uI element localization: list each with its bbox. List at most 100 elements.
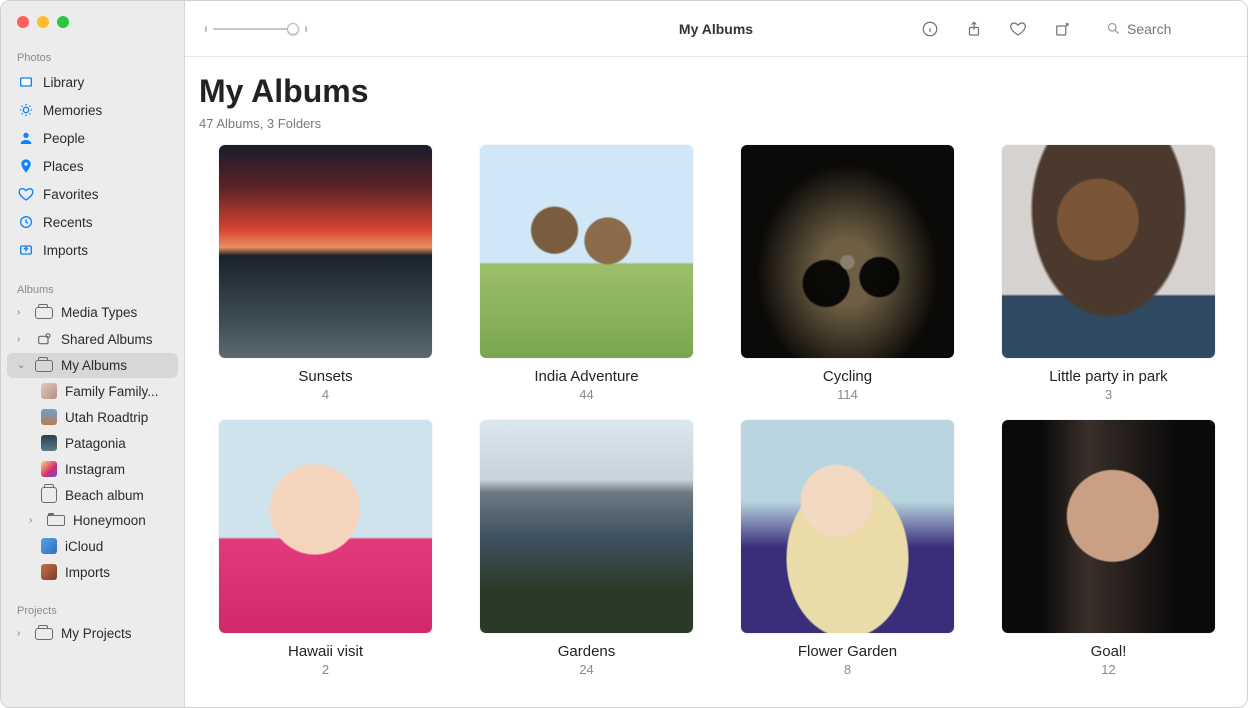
- sidebar-item-imports[interactable]: Imports: [1, 236, 184, 264]
- album-icon: [35, 360, 53, 372]
- search-icon: [1106, 21, 1121, 36]
- album-title: Hawaii visit: [288, 643, 363, 660]
- library-icon: [17, 73, 35, 91]
- album-thumb-icon: [41, 409, 57, 425]
- album-thumb-icon: [41, 461, 57, 477]
- album-count: 12: [1101, 662, 1115, 677]
- chevron-right-icon: ›: [17, 628, 27, 639]
- sidebar-item-label: Family Family...: [65, 384, 174, 399]
- album-cover: [480, 420, 693, 633]
- album-count: 8: [844, 662, 851, 677]
- album-cover: [741, 145, 954, 358]
- people-icon: [17, 129, 35, 147]
- zoom-max-tick: [305, 26, 307, 32]
- album-card-gardens[interactable]: Gardens 24: [476, 420, 697, 677]
- sidebar-album-instagram[interactable]: Instagram: [1, 456, 184, 482]
- sidebar-item-label: Media Types: [61, 305, 174, 320]
- favorite-icon[interactable]: [1008, 19, 1028, 39]
- toolbar-title: My Albums: [679, 21, 753, 37]
- sidebar-section-photos: Photos: [1, 46, 184, 68]
- sidebar-album-imports[interactable]: Imports: [1, 559, 184, 585]
- album-cover: [1002, 145, 1215, 358]
- window-controls: [1, 1, 184, 46]
- album-card-hawaii[interactable]: Hawaii visit 2: [215, 420, 436, 677]
- sidebar-item-my-albums[interactable]: ⌄ My Albums: [7, 353, 178, 378]
- album-card-party[interactable]: Little party in park 3: [998, 145, 1219, 402]
- album-count: 4: [322, 387, 329, 402]
- maximize-window-button[interactable]: [57, 16, 69, 28]
- imports-icon: [17, 241, 35, 259]
- sidebar-item-label: Patagonia: [65, 436, 174, 451]
- album-card-cycling[interactable]: Cycling 114: [737, 145, 958, 402]
- album-card-india[interactable]: India Adventure 44: [476, 145, 697, 402]
- sidebar-item-label: Shared Albums: [61, 332, 174, 347]
- shared-album-icon: [35, 330, 53, 348]
- chevron-right-icon: ›: [29, 515, 39, 526]
- sidebar-item-label: Library: [43, 75, 174, 90]
- rotate-icon[interactable]: [1052, 19, 1072, 39]
- sidebar-item-label: Imports: [43, 243, 174, 258]
- main-pane: My Albums My Albums 47 Albums, 3 Folders…: [185, 1, 1247, 707]
- page-heading: My Albums: [185, 73, 1219, 110]
- album-count: 114: [837, 387, 858, 402]
- zoom-min-tick: [205, 26, 207, 32]
- sidebar-section-albums: Albums: [1, 278, 184, 300]
- chevron-down-icon: ⌄: [17, 360, 27, 371]
- album-title: Sunsets: [298, 368, 352, 385]
- sidebar-item-recents[interactable]: Recents: [1, 208, 184, 236]
- sidebar-item-memories[interactable]: Memories: [1, 96, 184, 124]
- album-cover: [219, 420, 432, 633]
- album-thumb-icon: [41, 564, 57, 580]
- album-title: Cycling: [823, 368, 872, 385]
- sidebar-item-my-projects[interactable]: › My Projects: [1, 621, 184, 646]
- search-input[interactable]: [1127, 21, 1227, 37]
- sidebar-item-media-types[interactable]: › Media Types: [1, 300, 184, 325]
- sidebar-item-label: Honeymoon: [73, 513, 174, 528]
- sidebar-item-label: My Projects: [61, 626, 174, 641]
- sidebar-item-people[interactable]: People: [1, 124, 184, 152]
- sidebar-album-beach[interactable]: Beach album: [1, 482, 184, 508]
- places-icon: [17, 157, 35, 175]
- sidebar-item-shared-albums[interactable]: › Shared Albums: [1, 325, 184, 353]
- memories-icon: [17, 101, 35, 119]
- sidebar-album-utah[interactable]: Utah Roadtrip: [1, 404, 184, 430]
- sidebar-album-family[interactable]: Family Family...: [1, 378, 184, 404]
- chevron-right-icon: ›: [17, 307, 27, 318]
- zoom-thumb[interactable]: [287, 23, 299, 35]
- close-window-button[interactable]: [17, 16, 29, 28]
- album-cover: [741, 420, 954, 633]
- sidebar-item-label: People: [43, 131, 174, 146]
- album-cover: [219, 145, 432, 358]
- sidebar-item-label: Instagram: [65, 462, 174, 477]
- album-icon: [41, 487, 57, 503]
- sidebar-item-label: My Albums: [61, 358, 168, 373]
- search-field[interactable]: [1106, 21, 1227, 37]
- album-card-sunsets[interactable]: Sunsets 4: [215, 145, 436, 402]
- album-title: Gardens: [558, 643, 616, 660]
- album-count: 24: [579, 662, 593, 677]
- album-thumb-icon: [41, 538, 57, 554]
- sidebar-item-places[interactable]: Places: [1, 152, 184, 180]
- minimize-window-button[interactable]: [37, 16, 49, 28]
- sidebar-item-library[interactable]: Library: [1, 68, 184, 96]
- album-grid: Sunsets 4 India Adventure 44 Cycling 114…: [185, 145, 1219, 677]
- album-card-flower-garden[interactable]: Flower Garden 8: [737, 420, 958, 677]
- zoom-slider[interactable]: [213, 21, 299, 37]
- share-icon[interactable]: [964, 19, 984, 39]
- album-cover: [1002, 420, 1215, 633]
- sidebar-album-patagonia[interactable]: Patagonia: [1, 430, 184, 456]
- info-icon[interactable]: [920, 19, 940, 39]
- sidebar-item-label: Beach album: [65, 488, 174, 503]
- sidebar: Photos Library Memories People Places Fa…: [1, 1, 185, 707]
- sidebar-folder-honeymoon[interactable]: › Honeymoon: [1, 508, 184, 533]
- sidebar-item-label: Memories: [43, 103, 174, 118]
- content-scroll[interactable]: My Albums 47 Albums, 3 Folders Sunsets 4…: [185, 57, 1247, 707]
- app-window: Photos Library Memories People Places Fa…: [0, 0, 1248, 708]
- album-count: 44: [579, 387, 593, 402]
- album-card-goal[interactable]: Goal! 12: [998, 420, 1219, 677]
- sidebar-album-icloud[interactable]: iCloud: [1, 533, 184, 559]
- album-count: 2: [322, 662, 329, 677]
- sidebar-item-favorites[interactable]: Favorites: [1, 180, 184, 208]
- album-thumb-icon: [41, 435, 57, 451]
- page-subtitle: 47 Albums, 3 Folders: [185, 110, 1219, 145]
